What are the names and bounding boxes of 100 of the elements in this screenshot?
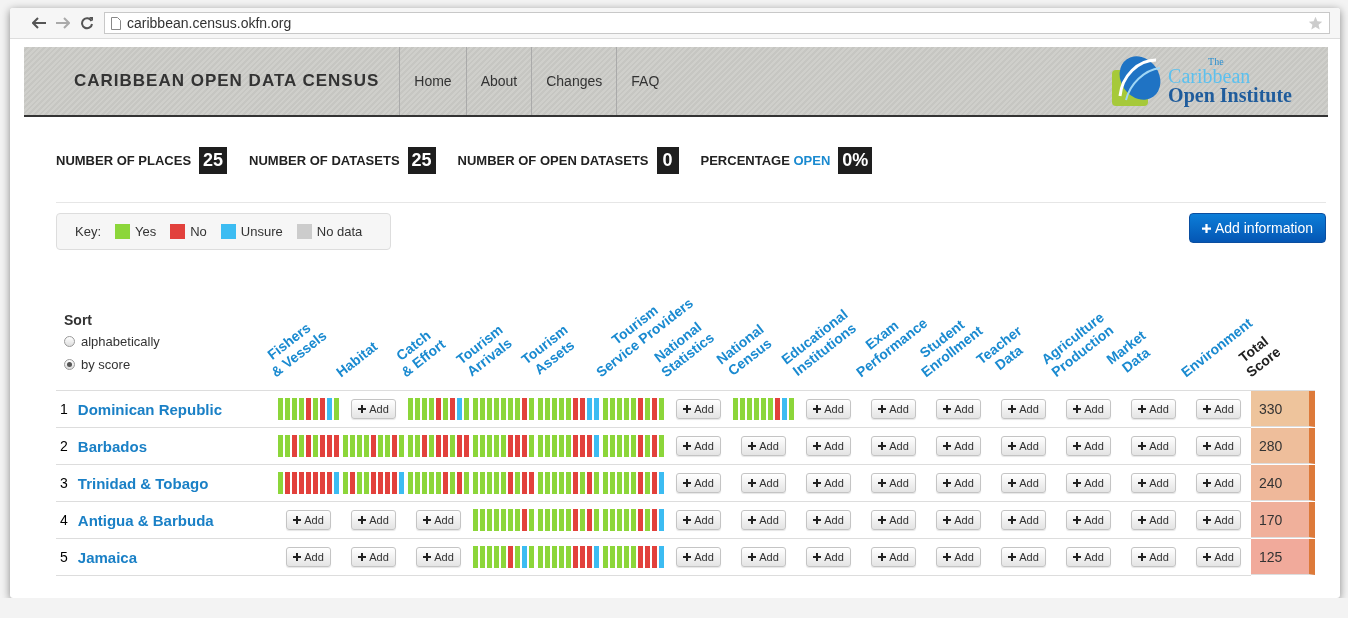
- status-bar[interactable]: [552, 398, 557, 420]
- status-bar[interactable]: [450, 398, 455, 420]
- status-bar[interactable]: [450, 435, 455, 457]
- status-bar[interactable]: [624, 472, 629, 494]
- reload-icon[interactable]: [80, 16, 94, 30]
- status-bar[interactable]: [559, 546, 564, 568]
- status-bar[interactable]: [320, 472, 325, 494]
- status-bar[interactable]: [594, 435, 599, 457]
- status-bar[interactable]: [464, 398, 469, 420]
- status-bar[interactable]: [610, 546, 615, 568]
- country-link[interactable]: Jamaica: [77, 548, 137, 566]
- status-bar[interactable]: [740, 398, 745, 420]
- status-bar[interactable]: [733, 398, 738, 420]
- status-bar[interactable]: [538, 546, 543, 568]
- status-bar[interactable]: [631, 546, 636, 568]
- status-bar[interactable]: [638, 435, 643, 457]
- country-link[interactable]: Antigua & Barbuda: [77, 511, 214, 529]
- add-button[interactable]: Add: [1196, 399, 1241, 419]
- status-bar[interactable]: [371, 435, 376, 457]
- status-bar[interactable]: [385, 472, 390, 494]
- status-bar[interactable]: [566, 435, 571, 457]
- status-bar[interactable]: [522, 398, 527, 420]
- status-bar[interactable]: [408, 472, 413, 494]
- status-bar[interactable]: [501, 435, 506, 457]
- country-link[interactable]: Dominican Republic: [77, 400, 222, 418]
- status-bar[interactable]: [313, 435, 318, 457]
- status-bar[interactable]: [545, 472, 550, 494]
- add-button[interactable]: Add: [351, 547, 396, 567]
- status-bar[interactable]: [645, 398, 650, 420]
- add-button[interactable]: Add: [741, 436, 786, 456]
- status-bar[interactable]: [652, 398, 657, 420]
- country-link[interactable]: Barbados: [77, 437, 147, 455]
- status-bar[interactable]: [515, 435, 520, 457]
- status-bar[interactable]: [603, 509, 608, 531]
- status-bar[interactable]: [443, 472, 448, 494]
- nav-link[interactable]: Changes: [531, 47, 617, 115]
- add-button[interactable]: Add: [676, 547, 721, 567]
- add-button[interactable]: Add: [1131, 547, 1176, 567]
- add-button[interactable]: Add: [1066, 436, 1111, 456]
- status-bar[interactable]: [443, 435, 448, 457]
- status-bar[interactable]: [652, 435, 657, 457]
- status-bar[interactable]: [538, 509, 543, 531]
- status-bar[interactable]: [624, 509, 629, 531]
- status-bar[interactable]: [529, 435, 534, 457]
- status-bar[interactable]: [545, 509, 550, 531]
- status-bar[interactable]: [480, 398, 485, 420]
- status-bar[interactable]: [464, 435, 469, 457]
- status-bar[interactable]: [638, 472, 643, 494]
- status-bar[interactable]: [603, 472, 608, 494]
- status-bar[interactable]: [515, 546, 520, 568]
- status-bar[interactable]: [508, 509, 513, 531]
- add-button[interactable]: Add: [416, 547, 461, 567]
- status-bar[interactable]: [487, 509, 492, 531]
- status-bar[interactable]: [450, 472, 455, 494]
- status-bar[interactable]: [292, 472, 297, 494]
- status-bar[interactable]: [480, 435, 485, 457]
- status-bar[interactable]: [508, 398, 513, 420]
- status-bar[interactable]: [652, 546, 657, 568]
- status-bar[interactable]: [494, 509, 499, 531]
- status-bar[interactable]: [480, 472, 485, 494]
- status-bar[interactable]: [357, 435, 362, 457]
- status-bar[interactable]: [408, 398, 413, 420]
- status-bar[interactable]: [399, 472, 404, 494]
- status-bar[interactable]: [529, 398, 534, 420]
- status-bar[interactable]: [457, 398, 462, 420]
- institute-logo[interactable]: The Caribbean Open Institute: [1112, 47, 1328, 115]
- status-bar[interactable]: [552, 509, 557, 531]
- add-button[interactable]: Add: [741, 547, 786, 567]
- status-bar[interactable]: [559, 435, 564, 457]
- status-bar[interactable]: [761, 398, 766, 420]
- status-bar[interactable]: [422, 435, 427, 457]
- add-button[interactable]: Add: [806, 436, 851, 456]
- status-bar[interactable]: [603, 546, 608, 568]
- status-bar[interactable]: [480, 509, 485, 531]
- status-bar[interactable]: [652, 472, 657, 494]
- status-bar[interactable]: [343, 472, 348, 494]
- status-bar[interactable]: [422, 472, 427, 494]
- status-bar[interactable]: [350, 472, 355, 494]
- status-bar[interactable]: [415, 398, 420, 420]
- status-bar[interactable]: [652, 509, 657, 531]
- status-bar[interactable]: [515, 398, 520, 420]
- status-bar[interactable]: [617, 472, 622, 494]
- status-bar[interactable]: [545, 398, 550, 420]
- status-bar[interactable]: [768, 398, 773, 420]
- status-bar[interactable]: [617, 509, 622, 531]
- status-bar[interactable]: [436, 398, 441, 420]
- status-bar[interactable]: [473, 509, 478, 531]
- status-bar[interactable]: [299, 398, 304, 420]
- status-bar[interactable]: [487, 435, 492, 457]
- status-bar[interactable]: [587, 435, 592, 457]
- status-bar[interactable]: [587, 509, 592, 531]
- status-bar[interactable]: [429, 472, 434, 494]
- add-button[interactable]: Add: [936, 399, 981, 419]
- status-bar[interactable]: [494, 398, 499, 420]
- status-bar[interactable]: [754, 398, 759, 420]
- status-bar[interactable]: [285, 398, 290, 420]
- status-bar[interactable]: [385, 435, 390, 457]
- sort-option[interactable]: by score: [64, 357, 160, 372]
- status-bar[interactable]: [594, 546, 599, 568]
- nav-link[interactable]: Home: [399, 47, 466, 115]
